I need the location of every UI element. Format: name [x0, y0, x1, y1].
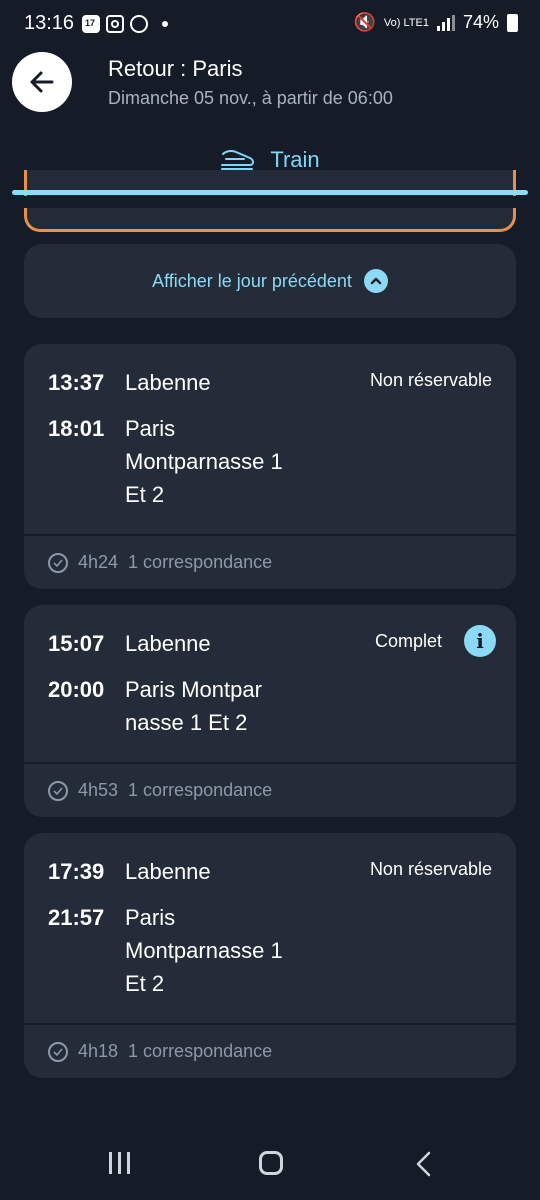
whatsapp-icon: [130, 15, 148, 33]
page-title: Retour : Paris: [108, 56, 243, 81]
arrival-station: Paris Montpar nasse 1 Et 2: [125, 677, 262, 735]
departure-time: 17:39: [48, 859, 105, 884]
status-label: Complet: [374, 631, 442, 651]
back-button[interactable]: [12, 52, 72, 112]
result-card[interactable]: 17:39 Labenne Non réservable 21:57 Paris…: [24, 833, 516, 1078]
arrival-station: Paris Montparnasse 1 Et 2: [125, 905, 283, 996]
system-icons: 🔇 Vo) LTE1 74%: [353, 12, 518, 33]
arrival-row: 20:00 Paris Montpar nasse 1 Et 2: [48, 673, 262, 739]
clock-check-icon: [48, 1041, 68, 1062]
result-card[interactable]: 13:37 Labenne Non réservable 18:01 Paris…: [24, 344, 516, 589]
train-icon: [221, 149, 255, 170]
departure-station: Labenne: [125, 859, 211, 884]
system-navigation-bar: [0, 1130, 540, 1200]
home-icon[interactable]: [259, 1151, 283, 1175]
info-icon[interactable]: i: [464, 625, 496, 657]
more-notifications-dot-icon: [162, 21, 168, 27]
trip-duration: 4h18: [78, 1041, 119, 1061]
trip-duration: 4h24: [78, 552, 119, 572]
mute-icon: 🔇: [353, 12, 376, 32]
departure-row: 15:07 Labenne: [48, 631, 211, 657]
trip-duration: 4h53: [78, 780, 119, 800]
departure-row: 17:39 Labenne: [48, 859, 211, 885]
nav-back-icon[interactable]: [412, 1150, 436, 1178]
departure-time: 15:07: [48, 631, 105, 656]
signal-icon: [436, 14, 455, 31]
notification-icons: [82, 15, 168, 33]
arrival-row: 21:57 Paris Montparnasse 1 Et 2: [48, 901, 283, 1000]
instagram-icon: [106, 15, 124, 33]
network-label: Vo) LTE1: [383, 16, 429, 29]
departure-time: 13:37: [48, 370, 105, 395]
status-time: 13:16: [24, 12, 75, 34]
trip-summary: 4h24 1 correspondance: [48, 552, 272, 573]
battery-icon: [507, 13, 518, 32]
battery-level: 74%: [462, 12, 499, 32]
arrival-time: 20:00: [48, 677, 105, 702]
arrival-time: 18:01: [48, 416, 105, 441]
clock-check-icon: [48, 552, 68, 573]
status-label: Non réservable: [369, 370, 492, 390]
calendar-icon: [82, 15, 100, 33]
show-previous-day-label: Afficher le jour précédent: [152, 270, 352, 291]
page-subtitle: Dimanche 05 nov., à partir de 06:00: [108, 88, 393, 108]
trip-summary: 4h18 1 correspondance: [48, 1041, 272, 1062]
tab-active-indicator: [12, 190, 528, 195]
clock-check-icon: [48, 780, 68, 801]
status-bar: 13:16 🔇 Vo) LTE1 74%: [0, 0, 540, 48]
recent-apps-icon[interactable]: [109, 1152, 130, 1174]
trip-connections: 1 correspondance: [128, 1041, 273, 1061]
departure-station: Labenne: [125, 631, 211, 656]
arrival-row: 18:01 Paris Montparnasse 1 Et 2: [48, 412, 283, 511]
arrival-station: Paris Montparnasse 1 Et 2: [125, 416, 283, 507]
status-label: Non réservable: [369, 859, 492, 879]
departure-row: 13:37 Labenne: [48, 370, 211, 396]
arrow-left-icon: [30, 71, 54, 93]
trip-summary: 4h53 1 correspondance: [48, 780, 272, 801]
arrival-time: 21:57: [48, 905, 105, 930]
departure-station: Labenne: [125, 370, 211, 395]
chevron-up-icon: [363, 269, 388, 293]
result-card[interactable]: 15:07 Labenne Complet i 20:00 Paris Mont…: [24, 605, 516, 817]
show-previous-day-button[interactable]: Afficher le jour précédent: [24, 244, 516, 318]
trip-connections: 1 correspondance: [128, 552, 273, 572]
trip-connections: 1 correspondance: [128, 780, 273, 800]
